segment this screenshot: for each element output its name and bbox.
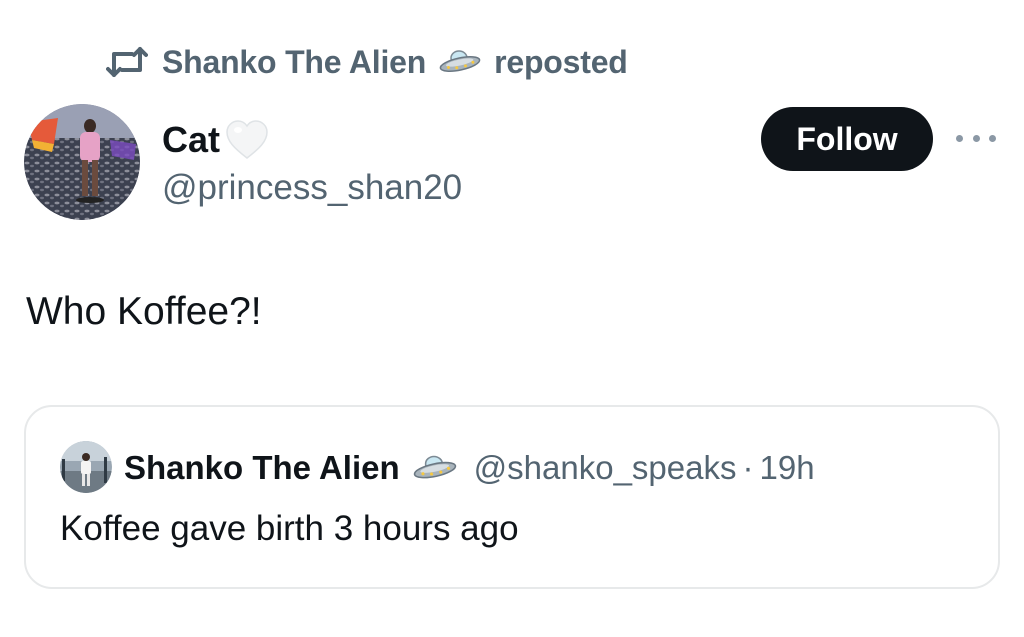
separator-dot: · <box>742 449 754 486</box>
dot <box>956 134 963 142</box>
follow-button[interactable]: Follow <box>761 107 933 171</box>
repost-icon <box>106 45 148 79</box>
quote-header: Shanko The Alien @shanko_speaks · 19h <box>124 443 815 493</box>
quoted-post-card[interactable]: Shanko The Alien @shanko_speaks · 19h Ko… <box>24 405 1000 589</box>
author-info[interactable]: Cat @princess_shan20 <box>162 114 462 208</box>
quote-text: Koffee gave birth 3 hours ago <box>60 509 519 548</box>
dot <box>972 134 980 142</box>
repost-user-name[interactable]: Shanko The Alien <box>162 44 426 81</box>
quote-author-handle[interactable]: @shanko_speaks <box>474 449 737 487</box>
quote-author-name[interactable]: Shanko The Alien <box>124 449 400 487</box>
ufo-icon <box>438 49 482 75</box>
author-display-name[interactable]: Cat <box>162 119 220 161</box>
post-text: Who Koffee?! <box>26 290 262 333</box>
dot <box>989 134 996 142</box>
ufo-icon <box>412 454 458 482</box>
repost-suffix: reposted <box>494 43 628 80</box>
author-avatar[interactable] <box>24 104 140 220</box>
quote-timestamp[interactable]: 19h <box>759 449 814 487</box>
white-heart-icon <box>224 118 270 162</box>
more-options-icon[interactable] <box>956 130 996 146</box>
repost-indicator[interactable]: Shanko The Alien reposted <box>106 38 628 86</box>
quote-author-avatar[interactable] <box>60 441 112 493</box>
author-handle[interactable]: @princess_shan20 <box>162 168 462 208</box>
